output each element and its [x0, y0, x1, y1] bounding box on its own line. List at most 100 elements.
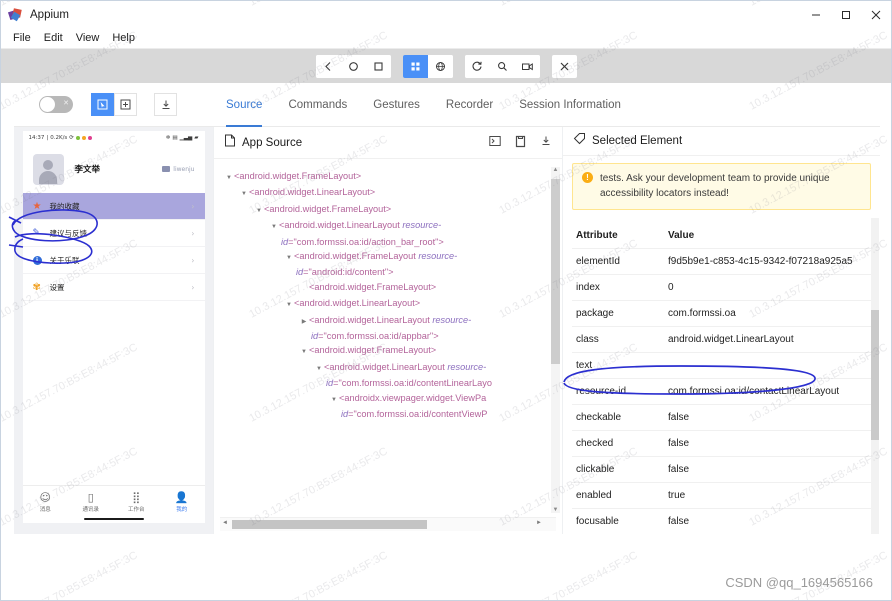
recent-apps-button[interactable] [365, 54, 391, 78]
source-tree[interactable]: ▼ <android.widget.FrameLayout> ▼ <android.w… [214, 159, 562, 517]
source-tree-node[interactable]: ▼ <android.widget.LinearLayout resource- [214, 360, 562, 376]
attribute-value: false [668, 516, 690, 527]
chevron-down-icon[interactable]: ▼ [284, 298, 294, 312]
device-menu-label: 建议与反馈 [49, 228, 88, 238]
back-button[interactable] [315, 54, 341, 78]
tab-session-information[interactable]: Session Information [506, 83, 634, 127]
device-menu-item-favorites[interactable]: ★ 我的收藏 › [22, 193, 205, 220]
table-row[interactable]: package com.formssi.oa [572, 301, 871, 327]
device-menu-item-settings[interactable]: ✾ 设置 › [22, 274, 205, 301]
attributes-table: Attribute Value elementId f9d5b9e1-c853-4… [572, 223, 871, 535]
screenshot-toggle[interactable]: ✕ [39, 96, 73, 113]
source-tree-node[interactable]: ▼ <android.widget.LinearLayout resource- [214, 218, 562, 234]
tab-commands[interactable]: Commands [275, 83, 360, 127]
chevron-down-icon[interactable]: ▼ [299, 345, 309, 359]
chevron-down-icon[interactable]: ▼ [269, 220, 279, 234]
nav-profile[interactable]: 👤 我的 [159, 491, 205, 513]
source-tree-node-continuation: id="com.formssi.oa:id/contentLinearLayo [214, 376, 562, 390]
source-tree-node[interactable]: ▶ <android.widget.LinearLayout resource- [214, 313, 562, 329]
select-element-button[interactable] [91, 93, 114, 116]
source-tree-node[interactable]: ▼<android.widget.FrameLayout> [214, 280, 562, 296]
menu-file[interactable]: File [8, 30, 39, 46]
node-resource-id-value: ="com.formssi.oa:id/action_bar_root"> [288, 236, 444, 247]
device-menu-label: 设置 [49, 282, 65, 292]
source-tree-node[interactable]: ▼<android.widget.FrameLayout> [214, 343, 562, 359]
table-row[interactable]: resource-id com.formssi.oa:id/contactLine… [572, 379, 871, 405]
scroll-up-icon[interactable]: ▲ [551, 167, 560, 173]
nav-contacts[interactable]: ▯ 通讯录 [68, 491, 114, 513]
download-screenshot-button[interactable] [154, 93, 177, 116]
scroll-thumb-h[interactable] [232, 520, 427, 529]
table-row[interactable]: text [572, 353, 871, 379]
status-dot-green [75, 136, 80, 140]
download-icon[interactable] [540, 135, 552, 151]
search-button[interactable] [489, 54, 515, 78]
source-tree-node[interactable]: ▼ <androidx.viewpager.widget.ViewPa [214, 391, 562, 407]
table-row[interactable]: enabled true [572, 483, 871, 509]
scroll-thumb[interactable] [551, 179, 560, 364]
maximize-button[interactable] [831, 1, 861, 28]
tab-source[interactable]: Source [213, 83, 275, 127]
device-screenshot[interactable]: 14:37 | 0.2K/s ⟳ ✲ ▤ ▁▃▅ ▰ 李文举 liwenju ★… [22, 131, 205, 523]
table-row[interactable]: class android.widget.LinearLayout [572, 327, 871, 353]
device-menu-item-feedback[interactable]: ✎ 建议与反馈 › [22, 220, 205, 247]
table-row[interactable]: checkable false [572, 405, 871, 431]
source-tree-node[interactable]: ▼ <android.widget.LinearLayout> [214, 296, 562, 312]
table-row[interactable]: checked false [572, 431, 871, 457]
table-row[interactable]: focusable false [572, 509, 871, 535]
source-tree-node[interactable]: ▼<android.widget.FrameLayout> [214, 169, 562, 185]
clipboard-icon[interactable] [515, 135, 526, 151]
source-tree-node[interactable]: ▼ <android.widget.LinearLayout> [214, 185, 562, 201]
scroll-thumb[interactable] [871, 310, 879, 440]
chevron-down-icon[interactable]: ▼ [329, 393, 339, 407]
chevron-right-icon[interactable]: ▶ [299, 315, 309, 329]
source-tree-node[interactable]: ▼ <android.widget.FrameLayout resource- [214, 249, 562, 265]
chevron-down-icon[interactable]: ▼ [254, 204, 264, 218]
source-tree-horizontal-scrollbar[interactable]: ◄ ► [220, 517, 556, 531]
node-tag: <android.widget.FrameLayout [294, 251, 419, 262]
info-icon: i [32, 255, 42, 265]
tab-recorder[interactable]: Recorder [433, 83, 506, 127]
record-video-button[interactable] [514, 54, 540, 78]
app-grid-button[interactable] [402, 54, 428, 78]
chevron-down-icon[interactable]: ▼ [239, 187, 249, 201]
terminal-icon[interactable] [489, 135, 501, 151]
menubar: File Edit View Help [1, 28, 891, 48]
scroll-right-icon[interactable]: ► [536, 520, 542, 526]
menu-help[interactable]: Help [107, 30, 143, 46]
scroll-down-icon[interactable]: ▼ [551, 507, 560, 513]
attribute-name: checkable [576, 412, 622, 423]
nav-workbench[interactable]: ⣿ 工作台 [114, 491, 160, 513]
home-button[interactable] [340, 54, 366, 78]
close-button[interactable] [861, 1, 891, 28]
refresh-button[interactable] [464, 54, 490, 78]
home-indicator [83, 518, 144, 520]
table-row[interactable]: elementId f9d5b9e1-c853-4c15-9342-f07218a… [572, 249, 871, 275]
menu-view[interactable]: View [71, 30, 108, 46]
tab-gestures[interactable]: Gestures [360, 83, 433, 127]
device-user-row[interactable]: 李文举 liwenju [22, 145, 205, 193]
chevron-down-icon[interactable]: ▼ [224, 171, 234, 185]
source-tree-vertical-scrollbar[interactable]: ▲ ▼ [551, 167, 560, 513]
selected-element-scrollbar[interactable] [871, 218, 879, 600]
status-sync-icon: ⟳ [69, 135, 74, 141]
swipe-by-coordinates-button[interactable] [114, 93, 137, 116]
gear-icon: ✾ [32, 281, 41, 293]
table-row[interactable]: index 0 [572, 275, 871, 301]
table-row[interactable]: clickable false [572, 457, 871, 483]
chevron-down-icon[interactable]: ▼ [284, 251, 294, 265]
scroll-left-icon[interactable]: ◄ [222, 520, 228, 526]
node-resource-id-value: ="com.formssi.oa:id/contentViewP [348, 409, 488, 420]
device-menu-item-about[interactable]: i 关于乐联 › [22, 247, 205, 274]
menu-edit[interactable]: Edit [39, 30, 71, 46]
attribute-value: false [668, 438, 690, 449]
nav-messages[interactable]: ☺ 消息 [23, 491, 69, 513]
attribute-value: f9d5b9e1-c853-4c15-9342-f07218a925a5 [668, 256, 853, 267]
minimize-button[interactable] [801, 1, 831, 28]
chevron-down-icon[interactable]: ▼ [314, 362, 324, 376]
quit-session-button[interactable] [551, 54, 577, 78]
contacts-icon: ▯ [87, 491, 94, 504]
browser-button[interactable] [427, 54, 453, 78]
source-tree-node[interactable]: ▼<android.widget.FrameLayout> [214, 202, 562, 218]
window-titlebar: Appium [1, 1, 891, 28]
